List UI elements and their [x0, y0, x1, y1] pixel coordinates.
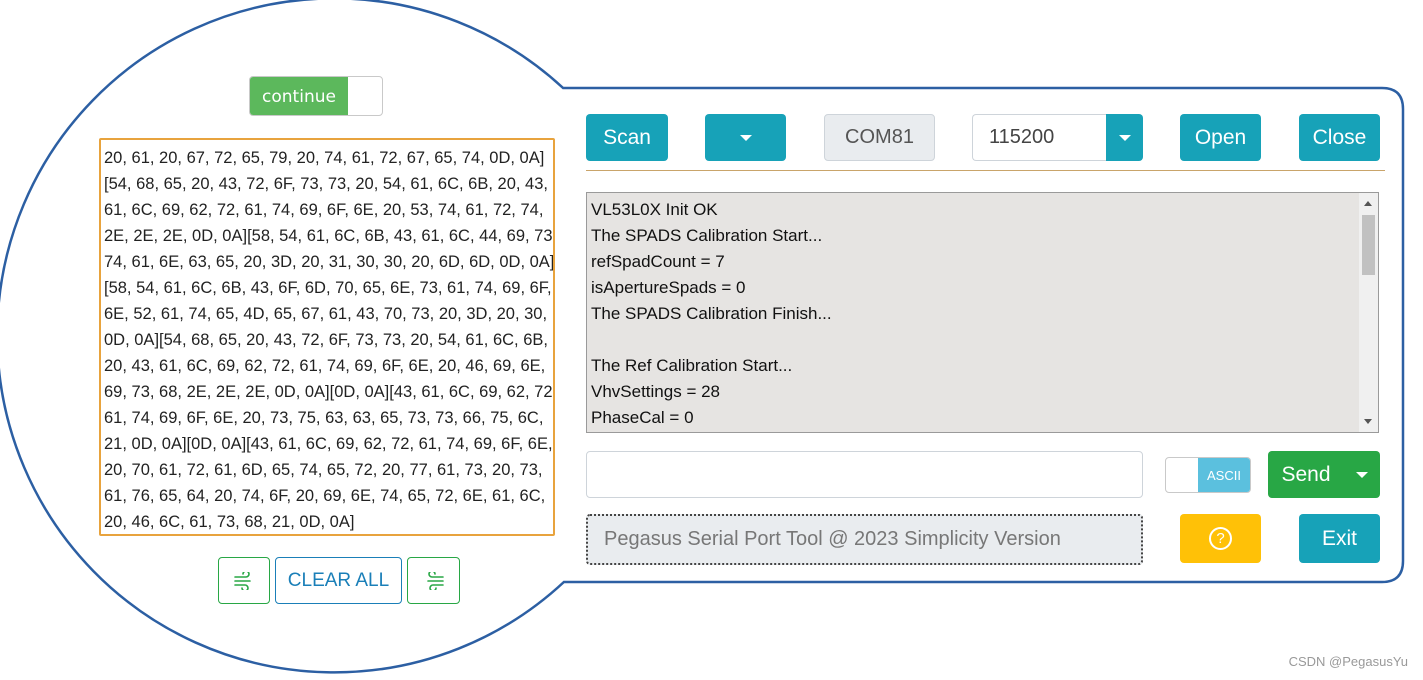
scroll-thumb[interactable]: [1362, 215, 1375, 275]
log-line: VhvSettings = 28: [591, 382, 721, 401]
hex-line: 20, 43, 61, 6C, 69, 62, 72, 61, 74, 69, …: [104, 357, 546, 375]
hex-line: 74, 61, 6E, 63, 65, 20, 3D, 20, 31, 30, …: [104, 253, 555, 271]
scan-button[interactable]: Scan: [586, 114, 668, 161]
hex-line: 6E, 52, 61, 74, 65, 4D, 65, 67, 61, 43, …: [104, 305, 548, 323]
hex-line: 61, 76, 65, 64, 20, 74, 6F, 20, 69, 6E, …: [104, 487, 546, 505]
receive-log[interactable]: VL53L0X Init OK The SPADS Calibration Sta…: [586, 192, 1379, 433]
log-line: The SPADS Calibration Start...: [591, 226, 823, 245]
hex-line: 20, 61, 20, 67, 72, 65, 79, 20, 74, 61, …: [104, 149, 545, 167]
baud-rate-dropdown-button[interactable]: [1106, 114, 1143, 161]
com-port-field: COM81: [824, 114, 935, 161]
wind-reverse-icon: [426, 571, 444, 590]
log-line: The SPADS Calibration Finish...: [591, 304, 832, 323]
log-line: PhaseCal = 0: [591, 408, 694, 427]
continue-toggle[interactable]: continue: [249, 76, 383, 116]
caret-down-icon: [1118, 134, 1131, 141]
caret-down-icon: [739, 134, 752, 141]
close-button[interactable]: Close: [1299, 114, 1380, 161]
watermark: CSDN @PegasusYu: [1288, 654, 1408, 669]
scroll-right-button[interactable]: [407, 557, 460, 604]
log-line: The Ref Calibration Start...: [591, 356, 793, 375]
hex-line: 69, 73, 68, 2E, 2E, 2E, 0D, 0A][0D, 0A][…: [104, 383, 555, 401]
toolbar-divider: [586, 170, 1385, 171]
hex-line: 61, 6C, 69, 62, 72, 61, 74, 69, 6F, 6E, …: [104, 201, 544, 219]
send-options-dropdown[interactable]: [1344, 451, 1380, 498]
hex-line: 2E, 2E, 2E, 0D, 0A][58, 54, 61, 6C, 6B, …: [104, 227, 555, 245]
clear-all-button[interactable]: CLEAR ALL: [275, 557, 402, 604]
log-line: refSpadCount = 7: [591, 252, 725, 271]
exit-button[interactable]: Exit: [1299, 514, 1380, 563]
hex-line: [54, 68, 65, 20, 43, 72, 6F, 73, 73, 20,…: [104, 175, 548, 193]
open-button[interactable]: Open: [1180, 114, 1261, 161]
help-icon: ?: [1209, 527, 1232, 550]
continue-toggle-label: continue: [250, 77, 348, 115]
send-button[interactable]: Send: [1268, 451, 1380, 498]
hex-line: 21, 0D, 0A][0D, 0A][43, 61, 6C, 69, 62, …: [104, 435, 553, 453]
help-button[interactable]: ?: [1180, 514, 1261, 563]
log-line: isApertureSpads = 0: [591, 278, 746, 297]
send-input[interactable]: [586, 451, 1143, 498]
baud-rate-field[interactable]: 115200: [972, 114, 1107, 161]
hex-line: 0D, 0A][54, 68, 65, 20, 43, 72, 6F, 73, …: [104, 331, 548, 349]
log-line: VL53L0X Init OK: [591, 200, 718, 219]
log-scrollbar[interactable]: [1359, 193, 1378, 432]
caret-down-icon: [1356, 471, 1368, 478]
hex-line: 61, 74, 69, 6F, 6E, 20, 73, 75, 63, 63, …: [104, 409, 544, 427]
scroll-left-button[interactable]: [218, 557, 270, 604]
scroll-up-arrow-icon[interactable]: [1364, 201, 1372, 206]
status-bar: Pegasus Serial Port Tool @ 2023 Simplici…: [586, 514, 1143, 565]
hex-line: [58, 54, 61, 6C, 6B, 43, 6F, 6D, 70, 65,…: [104, 279, 552, 297]
hex-receive-display: 20, 61, 20, 67, 72, 65, 79, 20, 74, 61, …: [99, 138, 555, 536]
port-dropdown-button[interactable]: [705, 114, 786, 161]
scroll-down-arrow-icon[interactable]: [1364, 419, 1372, 424]
hex-line: 20, 46, 6C, 61, 73, 68, 21, 0D, 0A]: [104, 513, 355, 531]
receive-log-text: VL53L0X Init OK The SPADS Calibration Sta…: [591, 197, 832, 431]
hex-line: 20, 70, 61, 72, 61, 6D, 65, 74, 65, 72, …: [104, 461, 543, 479]
ascii-toggle-label: ASCII: [1198, 458, 1250, 492]
wind-icon: [234, 571, 251, 590]
send-button-label: Send: [1281, 462, 1331, 486]
ascii-toggle[interactable]: ASCII: [1165, 457, 1251, 493]
